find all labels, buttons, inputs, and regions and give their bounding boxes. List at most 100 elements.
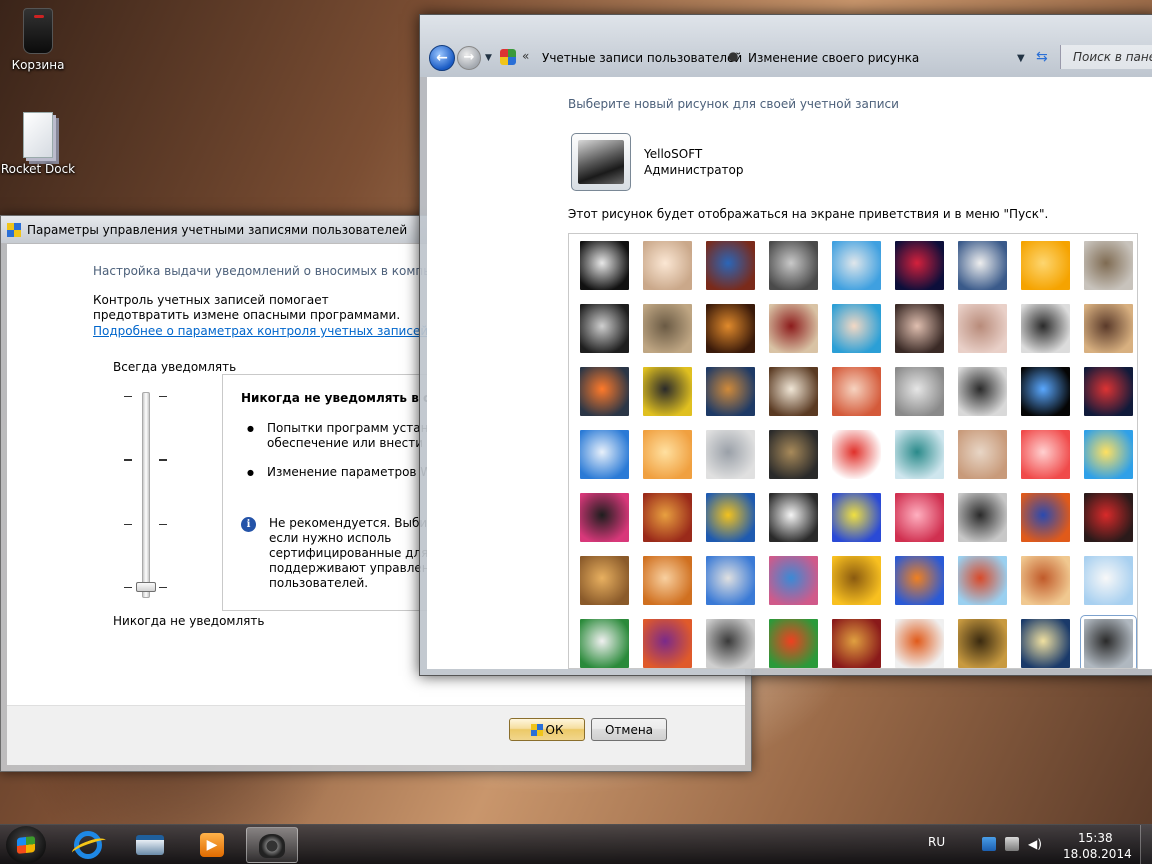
breadcrumb-separator-icon[interactable]: ● [728, 49, 738, 63]
picture-tile[interactable] [769, 367, 818, 416]
breadcrumb-change-picture[interactable]: Изменение своего рисунка [748, 51, 919, 65]
picture-tile[interactable] [1021, 304, 1070, 353]
change-picture-content: Выберите новый рисунок для своей учетной… [427, 77, 1152, 669]
volume-icon[interactable]: ◀) [1028, 837, 1042, 851]
picture-tile[interactable] [832, 430, 881, 479]
picture-tile[interactable] [958, 241, 1007, 290]
picture-tile[interactable] [769, 430, 818, 479]
uac-slider-thumb[interactable] [136, 582, 156, 592]
picture-tile[interactable] [832, 304, 881, 353]
search-input[interactable]: Поиск в панели [1060, 45, 1152, 69]
picture-tile[interactable] [769, 556, 818, 605]
picture-tile[interactable] [643, 304, 692, 353]
picture-tile[interactable] [706, 493, 755, 542]
picture-tile[interactable] [895, 493, 944, 542]
picture-tile[interactable] [832, 493, 881, 542]
action-center-icon[interactable] [982, 837, 996, 851]
taskbar-internet-explorer[interactable] [66, 827, 110, 863]
picture-tile[interactable] [769, 304, 818, 353]
picture-tile[interactable] [895, 241, 944, 290]
start-button[interactable] [6, 826, 46, 864]
picture-tile[interactable] [643, 241, 692, 290]
picture-tile[interactable] [1021, 556, 1070, 605]
network-icon[interactable] [1005, 837, 1019, 851]
picture-tile[interactable] [958, 493, 1007, 542]
picture-tile[interactable] [1084, 367, 1133, 416]
picture-tile[interactable] [1021, 367, 1070, 416]
picture-tile[interactable] [958, 304, 1007, 353]
change-picture-window[interactable]: ← → ▼ « Учетные записи пользователей ● И… [419, 14, 1152, 676]
picture-tile[interactable] [706, 304, 755, 353]
picture-tile[interactable] [1021, 493, 1070, 542]
picture-tile[interactable] [643, 556, 692, 605]
desktop-icon-label: Rocket Dock [0, 162, 76, 176]
picture-tile[interactable] [1021, 241, 1070, 290]
history-dropdown-icon[interactable]: ▼ [485, 53, 492, 63]
picture-tile[interactable] [580, 367, 629, 416]
breadcrumb-chevron-icon[interactable]: « [522, 49, 529, 63]
taskbar-media-player[interactable]: ▶ [190, 827, 234, 863]
desktop-icon-rocket-dock[interactable]: Rocket Dock [0, 112, 76, 176]
picture-tile[interactable] [769, 493, 818, 542]
picture-tile[interactable] [958, 556, 1007, 605]
taskbar-devices[interactable] [128, 827, 172, 863]
picture-tile[interactable] [580, 430, 629, 479]
picture-tile[interactable] [1084, 556, 1133, 605]
show-desktop-button[interactable] [1140, 825, 1152, 864]
uac-button-bar: ОК Отмена [7, 705, 745, 765]
cancel-button[interactable]: Отмена [591, 718, 667, 741]
clock-date[interactable]: 18.08.2014 [1063, 847, 1132, 861]
picture-tile[interactable] [706, 430, 755, 479]
picture-tile[interactable] [1080, 615, 1137, 668]
taskbar-control-panel[interactable] [246, 827, 298, 863]
ok-button-label: ОК [545, 722, 564, 737]
picture-tile[interactable] [706, 241, 755, 290]
refresh-icon[interactable]: ⇆ [1036, 49, 1048, 65]
uac-learn-more-link[interactable]: Подробнее о параметрах контроля учетных … [93, 324, 428, 338]
picture-tile[interactable] [643, 619, 692, 668]
picture-tile[interactable] [832, 619, 881, 668]
picture-tile[interactable] [580, 241, 629, 290]
picture-tile[interactable] [706, 556, 755, 605]
picture-tile[interactable] [1021, 430, 1070, 479]
picture-tile[interactable] [643, 430, 692, 479]
picture-tile[interactable] [895, 430, 944, 479]
picture-tile[interactable] [895, 367, 944, 416]
picture-tile[interactable] [580, 556, 629, 605]
desktop-icon-label: Корзина [11, 58, 65, 72]
picture-tile[interactable] [1084, 304, 1133, 353]
picture-tile[interactable] [580, 619, 629, 668]
picture-tile[interactable] [895, 619, 944, 668]
slider-label-always: Всегда уведомлять [113, 360, 237, 374]
back-arrow-icon[interactable]: ← [429, 45, 455, 71]
ok-button[interactable]: ОК [509, 718, 585, 741]
picture-tile[interactable] [895, 556, 944, 605]
picture-tile[interactable] [958, 367, 1007, 416]
picture-tile[interactable] [895, 304, 944, 353]
forward-arrow-icon[interactable]: → [457, 46, 481, 70]
language-indicator[interactable]: RU [928, 835, 945, 849]
picture-tile[interactable] [1021, 619, 1070, 668]
picture-tile[interactable] [580, 493, 629, 542]
clock-time[interactable]: 15:38 [1078, 831, 1113, 845]
desktop-icon-recycle-bin[interactable]: Корзина [0, 8, 76, 72]
picture-tile[interactable] [958, 430, 1007, 479]
picture-tile[interactable] [769, 619, 818, 668]
slider-tick [159, 587, 167, 588]
uac-level-slider[interactable] [142, 392, 150, 598]
picture-tile[interactable] [832, 241, 881, 290]
picture-tile[interactable] [643, 367, 692, 416]
picture-tile[interactable] [832, 367, 881, 416]
picture-tile[interactable] [643, 493, 692, 542]
picture-tile[interactable] [706, 619, 755, 668]
picture-tile[interactable] [958, 619, 1007, 668]
picture-tile[interactable] [832, 556, 881, 605]
picture-tile[interactable] [1084, 493, 1133, 542]
address-dropdown-icon[interactable]: ▼ [1017, 53, 1025, 64]
picture-tile[interactable] [1084, 241, 1133, 290]
picture-tile[interactable] [1084, 430, 1133, 479]
picture-tile[interactable] [706, 367, 755, 416]
picture-tile[interactable] [769, 241, 818, 290]
picture-tile[interactable] [580, 304, 629, 353]
breadcrumb-user-accounts[interactable]: Учетные записи пользователей [542, 51, 742, 65]
